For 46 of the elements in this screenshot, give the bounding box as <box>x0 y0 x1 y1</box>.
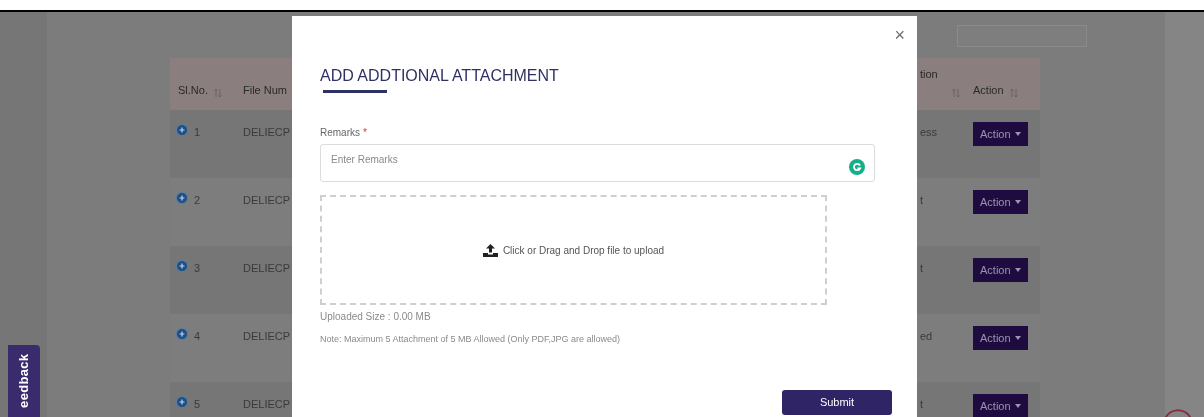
modal-title: ADD ADDTIONAL ATTACHMENT <box>320 66 559 86</box>
table-cell-text: 2 <box>194 193 201 208</box>
expand-icon[interactable] <box>176 192 188 204</box>
table-cell: t <box>920 194 924 206</box>
caret-icon <box>1014 336 1021 340</box>
table-cell: t <box>920 398 924 410</box>
close-button[interactable]: × <box>894 26 905 44</box>
required-mark: * <box>363 126 367 140</box>
remarks-label: Remarks <box>320 126 360 140</box>
table-cell: DELIECP <box>243 398 291 410</box>
column-header: Action <box>973 82 1004 98</box>
expand-icon[interactable] <box>176 124 188 136</box>
table-cell: DELIECP <box>243 194 291 206</box>
upload-icon <box>482 243 498 257</box>
column-header: File Num <box>243 82 287 98</box>
caret-icon <box>1014 404 1021 408</box>
column-header: tion <box>920 66 938 82</box>
table-cell-text: 4 <box>194 329 201 344</box>
column-header: Sl.No. <box>178 82 208 98</box>
table-cell-text: 1 <box>194 125 201 140</box>
table-cell: t <box>920 262 924 274</box>
action-dropdown-button[interactable]: Action <box>973 190 1028 214</box>
expand-icon[interactable] <box>176 396 188 408</box>
submit-button[interactable]: Submit <box>782 389 892 415</box>
action-dropdown-button[interactable]: Action <box>973 258 1028 282</box>
caret-icon <box>1014 200 1021 204</box>
feedback-tab[interactable]: eedback <box>8 345 40 417</box>
table-cell: DELIECP <box>243 330 291 342</box>
grammar-check-icon[interactable] <box>849 159 865 175</box>
expand-icon[interactable] <box>176 260 188 272</box>
note-text: Note: Maximum 5 Attachment of 5 MB Allowed (Only PDF,JPG are allowed) <box>320 333 622 346</box>
table-cell: DELIECP <box>243 262 291 274</box>
remarks-field[interactable]: Enter Remarks <box>320 144 875 182</box>
expand-icon[interactable] <box>176 328 188 340</box>
table-cell-text: 3 <box>194 261 201 276</box>
table-cell-text: 5 <box>194 397 201 412</box>
badge-icon <box>1164 409 1192 417</box>
file-dropzone[interactable]: Click or Drag and Drop file to upload <box>320 195 827 305</box>
table-cell: DELIECP <box>243 126 291 138</box>
table-cell: ed <box>920 330 933 342</box>
uploaded-size-text: Uploaded Size : 0.00 MB <box>320 310 432 324</box>
caret-icon <box>1014 132 1021 136</box>
action-dropdown-button[interactable]: Action <box>973 394 1028 417</box>
caret-icon <box>1014 268 1021 272</box>
action-dropdown-button[interactable]: Action <box>973 326 1028 350</box>
action-dropdown-button[interactable]: Action <box>973 122 1028 146</box>
